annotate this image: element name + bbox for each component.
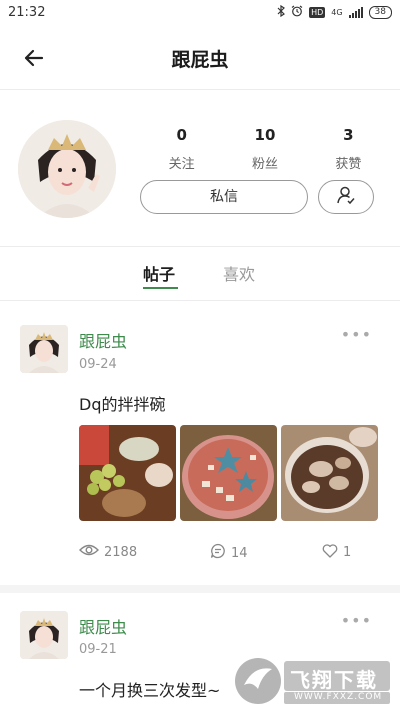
post-author[interactable]: 跟屁虫 bbox=[79, 614, 127, 638]
stat-value: 10 bbox=[254, 126, 276, 144]
post-image[interactable] bbox=[281, 425, 378, 521]
profile-section: 0 关注 10 粉丝 3 获赞 私信 bbox=[0, 90, 400, 246]
post-author[interactable]: 跟屁虫 bbox=[79, 328, 127, 352]
more-icon[interactable]: ••• bbox=[341, 325, 372, 344]
more-icon[interactable]: ••• bbox=[341, 611, 372, 630]
bluetooth-icon bbox=[277, 4, 286, 20]
watermark-url: WWW.FXXZ.COM bbox=[294, 692, 383, 702]
signal-icon bbox=[348, 7, 363, 18]
post-title: Dq的拌拌碗 bbox=[79, 395, 166, 414]
post-image[interactable] bbox=[180, 425, 277, 521]
battery-icon: 38 bbox=[368, 6, 392, 19]
hd-icon: HD bbox=[309, 7, 326, 18]
top-bar: 跟屁虫 bbox=[0, 26, 400, 90]
stat-value: 0 bbox=[176, 126, 187, 144]
tab-bar: 帖子 喜欢 bbox=[0, 247, 400, 301]
divider bbox=[0, 585, 400, 593]
post-date: 09-21 bbox=[79, 642, 117, 657]
views-metric: 2188 bbox=[79, 543, 137, 561]
stat-value: 3 bbox=[343, 126, 354, 144]
stat-likes[interactable]: 3 获赞 bbox=[307, 126, 390, 172]
network-type: 4G bbox=[331, 8, 343, 17]
tab-posts[interactable]: 帖子 bbox=[143, 261, 175, 285]
post-avatar[interactable] bbox=[20, 611, 68, 659]
tab-indicator bbox=[143, 287, 178, 289]
avatar[interactable] bbox=[18, 120, 116, 218]
eye-icon bbox=[79, 543, 99, 561]
comments-metric[interactable]: 14 bbox=[210, 543, 248, 563]
post-image[interactable] bbox=[79, 425, 176, 521]
views-count: 2188 bbox=[104, 544, 138, 560]
likes-metric[interactable]: 1 bbox=[322, 543, 351, 562]
post-avatar[interactable] bbox=[20, 325, 68, 373]
site-watermark: 飞翔下载 WWW.FXXZ.COM bbox=[232, 655, 392, 707]
comments-count: 14 bbox=[231, 545, 248, 561]
post-date: 09-24 bbox=[79, 357, 117, 372]
status-icons: HD 4G 38 bbox=[277, 4, 392, 20]
profile-stats: 0 关注 10 粉丝 3 获赞 bbox=[140, 126, 390, 172]
tab-likes[interactable]: 喜欢 bbox=[223, 261, 255, 285]
post-images bbox=[79, 425, 378, 521]
watermark-text: 飞翔下载 bbox=[290, 668, 378, 692]
stat-followers[interactable]: 10 粉丝 bbox=[223, 126, 306, 172]
message-button[interactable]: 私信 bbox=[140, 180, 308, 214]
stat-label: 关注 bbox=[168, 157, 195, 172]
status-time: 21:32 bbox=[8, 5, 46, 20]
likes-count: 1 bbox=[343, 545, 352, 560]
heart-icon bbox=[322, 543, 338, 562]
follow-button[interactable] bbox=[318, 180, 374, 214]
post-card[interactable]: 跟屁虫 09-24 ••• Dq的拌拌碗 2188 14 1 bbox=[0, 301, 400, 585]
status-bar: 21:32 HD 4G 38 bbox=[0, 0, 400, 26]
stat-following[interactable]: 0 关注 bbox=[140, 126, 223, 172]
comment-icon bbox=[210, 543, 226, 563]
stat-label: 获赞 bbox=[335, 157, 362, 172]
stat-label: 粉丝 bbox=[251, 157, 278, 172]
alarm-icon bbox=[291, 5, 303, 20]
page-title: 跟屁虫 bbox=[171, 49, 229, 71]
post-title: 一个月换三次发型~ bbox=[79, 681, 221, 700]
user-check-icon bbox=[336, 185, 356, 209]
